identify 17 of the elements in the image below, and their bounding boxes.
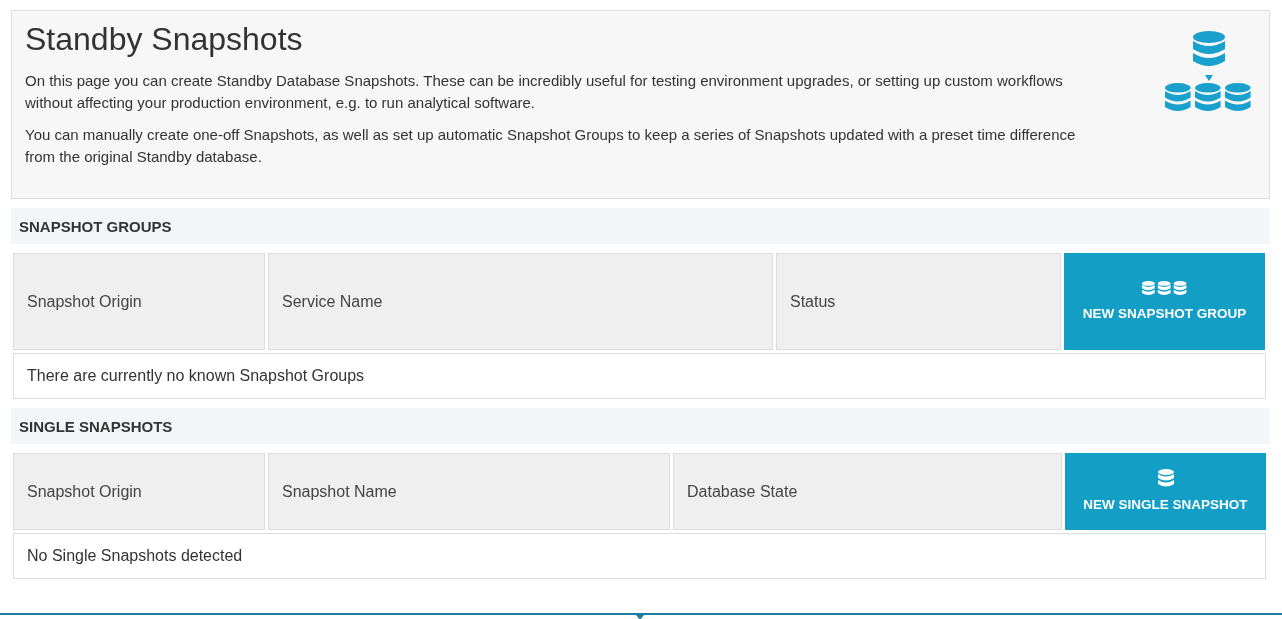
column-header: Status [776,253,1061,350]
page-title: Standby Snapshots [25,21,304,58]
intro-paragraph: You can manually create one-off Snapshots, as well as set up automatic Snapshot Groups to keep a series of Snapshots updated with a preset time difference from the original Standby database. [25,125,1077,167]
empty-table-message: There are currently no known Snapshot Groups [13,353,1266,399]
new-snapshot-button[interactable]: NEW SINGLE SNAPSHOT [1065,453,1266,530]
column-header: Snapshot Name [268,453,670,530]
column-header: Database State [673,453,1062,530]
section-heading: SNAPSHOT GROUPS [11,208,1270,244]
intro-paragraph: On this page you can create Standby Database Snapshots. These can be incredibly useful for testing environment upgrades, or setting up custom workflows without affecting your production environment, e.g. to run analytical software. [25,71,1064,113]
column-header: Snapshot Origin [13,453,265,530]
column-header: Snapshot Origin [13,253,265,350]
column-header: Service Name [268,253,773,350]
new-snapshot-button[interactable]: NEW SNAPSHOT GROUP [1064,253,1265,350]
empty-table-message: No Single Snapshots detected [13,533,1266,579]
section-heading: SINGLE SNAPSHOTS [11,408,1270,444]
databases-icon [1141,280,1188,298]
database-icon [1157,469,1174,489]
